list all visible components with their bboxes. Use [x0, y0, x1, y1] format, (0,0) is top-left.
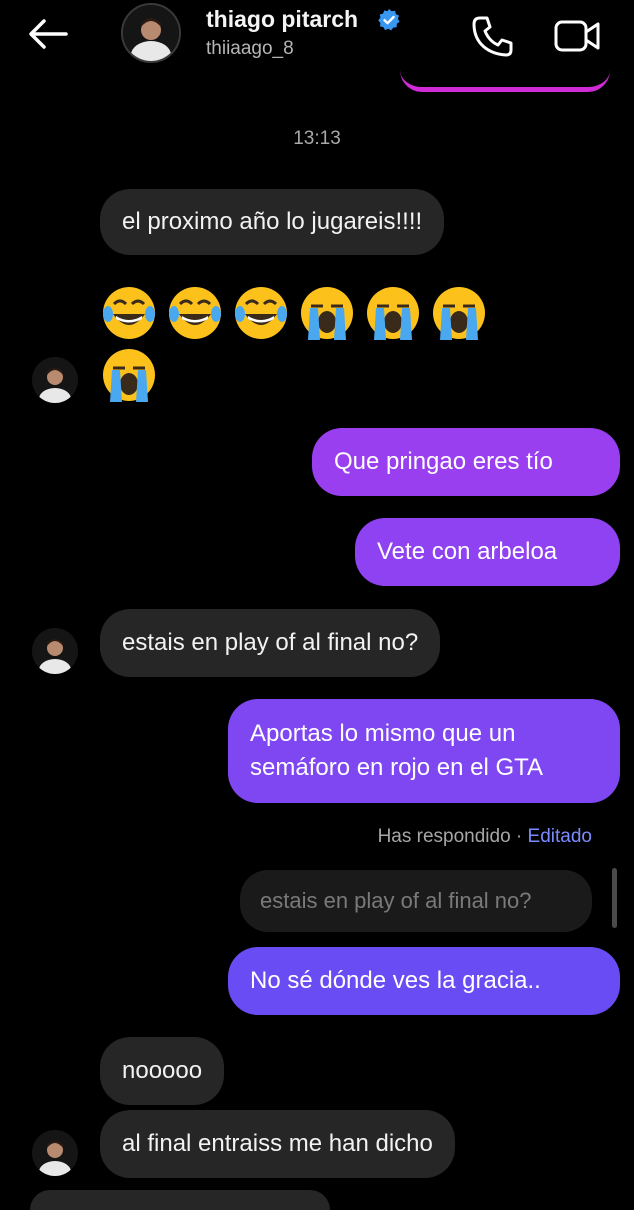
sent-message[interactable]: Aportas lo mismo que un semáforo en rojo…: [228, 699, 620, 803]
arrow-left-icon: [29, 19, 68, 49]
contact-name[interactable]: thiago pitarch: [206, 6, 358, 33]
reply-status: Has respondido · Editado: [378, 826, 592, 848]
profile-photo: [32, 628, 78, 674]
quoted-message[interactable]: estais en play of al final no?: [240, 870, 592, 932]
received-message[interactable]: el proximo año lo jugareis!!!!: [100, 189, 445, 255]
profile-photo: [32, 1130, 78, 1176]
phone-icon: [472, 16, 513, 57]
tears-of-joy-emoji: [169, 287, 221, 339]
sender-avatar[interactable]: [32, 1130, 78, 1176]
reply-label: Has respondido: [377, 826, 511, 847]
tears-of-joy-emoji: [103, 287, 155, 339]
sender-avatar[interactable]: [32, 628, 78, 674]
video-call-button[interactable]: [552, 14, 602, 58]
audio-call-button[interactable]: [470, 14, 516, 58]
profile-photo: [32, 357, 78, 403]
contact-avatar[interactable]: [121, 3, 181, 63]
contact-username: thiiaago_8: [206, 38, 294, 59]
sent-message[interactable]: Vete con arbeloa: [355, 518, 620, 586]
received-emoji-message[interactable]: [100, 284, 500, 404]
sender-avatar[interactable]: [32, 357, 78, 403]
sent-message[interactable]: No sé dónde ves la gracia..: [228, 947, 620, 1015]
message-line: semáforo en rojo en el GTA: [250, 754, 544, 781]
quote-indicator: [612, 868, 617, 928]
video-camera-icon: [554, 20, 600, 52]
loudly-crying-emoji: [301, 287, 353, 340]
back-button[interactable]: [24, 14, 72, 54]
loudly-crying-emoji: [103, 349, 155, 402]
chat-header: thiago pitarch thiiaago_8: [0, 0, 634, 92]
message-line: Aportas lo mismo que un: [250, 720, 516, 747]
received-message[interactable]: al final entraiss me han dicho: [100, 1110, 455, 1178]
next-message-edge: [30, 1190, 330, 1210]
received-message[interactable]: estais en play of al final no?: [100, 609, 441, 677]
loudly-crying-emoji: [433, 287, 485, 340]
previous-message-edge: [400, 70, 610, 92]
chat-timestamp: 13:13: [293, 128, 341, 149]
reply-separator: ·: [510, 826, 528, 847]
profile-photo: [123, 5, 179, 61]
received-message[interactable]: nooooo: [100, 1037, 225, 1105]
verified-badge-icon: [377, 8, 401, 32]
sent-message[interactable]: Que pringao eres tío: [312, 428, 620, 496]
edited-label[interactable]: Editado: [528, 826, 592, 847]
tears-of-joy-emoji: [235, 287, 287, 339]
loudly-crying-emoji: [367, 287, 419, 340]
